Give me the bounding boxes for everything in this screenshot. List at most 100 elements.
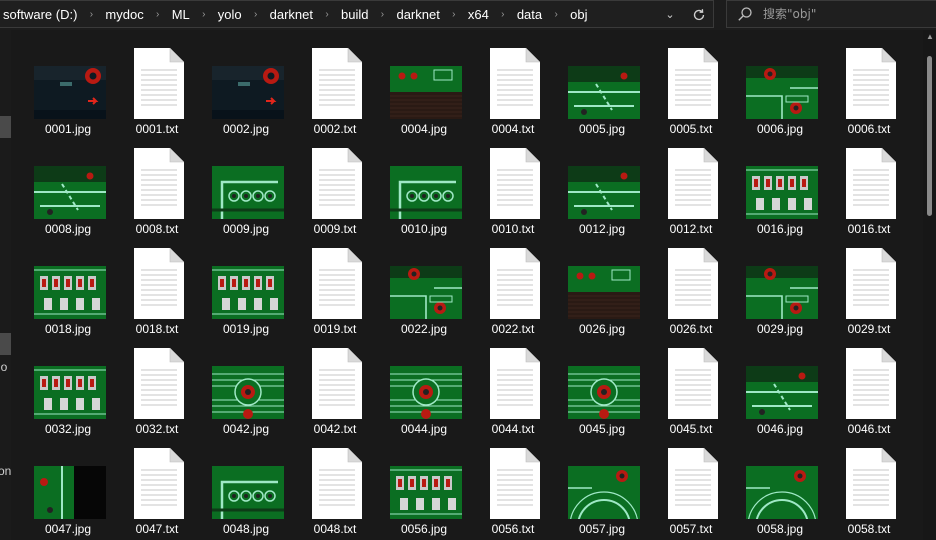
breadcrumb-segment[interactable]: darknet [395,7,440,22]
file-item[interactable]: 0002.jpg [207,44,296,144]
text-document-icon [490,48,540,119]
file-item[interactable]: 0048.jpg [207,444,296,540]
breadcrumb-segment[interactable]: yolo [217,7,243,22]
search-box[interactable] [726,0,936,28]
file-item[interactable]: 0029.txt [830,244,919,344]
file-item[interactable]: 0004.txt [474,44,563,144]
file-item[interactable]: 0047.jpg [29,444,118,540]
nav-item-label[interactable]: io [0,360,7,374]
file-item[interactable]: 0016.txt [830,144,919,244]
text-document-icon [312,248,362,319]
file-item[interactable]: 0042.jpg [207,344,296,444]
file-item[interactable]: 0008.jpg [29,144,118,244]
file-name-label: 0032.jpg [44,422,92,436]
scroll-up-icon[interactable]: ▲ [926,32,934,41]
file-item[interactable]: 0012.txt [652,144,741,244]
chevron-right-icon[interactable]: › [490,9,516,20]
file-name-label: 0009.txt [313,222,357,236]
chevron-right-icon[interactable]: › [243,9,269,20]
file-item[interactable]: 0022.jpg [385,244,474,344]
file-name-label: 0047.jpg [44,522,92,536]
text-document-icon [846,448,896,519]
file-item[interactable]: 0032.jpg [29,344,118,444]
file-item[interactable]: 0001.jpg [29,44,118,144]
chevron-right-icon[interactable]: › [78,9,104,20]
file-item[interactable]: 0012.jpg [563,144,652,244]
breadcrumb-segment[interactable]: obj [569,7,588,22]
file-item[interactable]: 0046.txt [830,344,919,444]
file-item[interactable]: 0029.jpg [741,244,830,344]
image-thumbnail [34,166,106,219]
file-name-label: 0005.txt [669,122,713,136]
nav-selected-item[interactable] [0,116,11,138]
file-name-label: 0016.txt [847,222,891,236]
file-item[interactable]: 0006.txt [830,44,919,144]
file-item[interactable]: 0026.txt [652,244,741,344]
search-input[interactable] [763,4,931,24]
chevron-right-icon[interactable]: › [441,9,467,20]
file-item[interactable]: 0010.txt [474,144,563,244]
chevron-right-icon[interactable]: › [191,9,217,20]
file-item[interactable]: 0005.txt [652,44,741,144]
file-item[interactable]: 0044.jpg [385,344,474,444]
breadcrumb-segment[interactable]: build [340,7,369,22]
file-item[interactable]: 0019.txt [296,244,385,344]
vertical-scrollbar[interactable]: ▲ [923,30,936,540]
file-item[interactable]: 0010.jpg [385,144,474,244]
file-item[interactable]: 0046.jpg [741,344,830,444]
file-item[interactable]: 0019.jpg [207,244,296,344]
file-item[interactable]: 0056.txt [474,444,563,540]
file-name-label: 0008.jpg [44,222,92,236]
text-document-icon [134,148,184,219]
image-thumbnail [212,366,284,419]
file-name-label: 0010.jpg [400,222,448,236]
breadcrumb-segment[interactable]: ML [171,7,191,22]
file-item[interactable]: 0022.txt [474,244,563,344]
breadcrumb-segment[interactable]: x64 [467,7,490,22]
file-item[interactable]: 0018.txt [118,244,207,344]
breadcrumb-segment[interactable]: mydoc [104,7,144,22]
nav-item-label[interactable]: on [0,464,11,478]
file-item[interactable]: 0045.jpg [563,344,652,444]
image-thumbnail [568,366,640,419]
file-item[interactable]: 0018.jpg [29,244,118,344]
file-name-label: 0032.txt [135,422,179,436]
file-item[interactable]: 0056.jpg [385,444,474,540]
file-item[interactable]: 0047.txt [118,444,207,540]
file-item[interactable]: 0006.jpg [741,44,830,144]
nav-hover-item[interactable] [0,333,11,355]
chevron-right-icon[interactable]: › [314,9,340,20]
file-view[interactable]: 0001.jpg 0001.txt 0002.jpg 0002.txt 0004… [11,30,923,540]
file-item[interactable]: 0032.txt [118,344,207,444]
file-item[interactable]: 0057.jpg [563,444,652,540]
breadcrumb-segment[interactable]: darknet [269,7,314,22]
breadcrumb-segment[interactable]: data [516,7,543,22]
file-item[interactable]: 0005.jpg [563,44,652,144]
refresh-button[interactable] [688,4,710,26]
address-bar[interactable]: software (D:) › mydoc › ML › yolo › darknet › buil… [0,0,714,28]
file-item[interactable]: 0057.txt [652,444,741,540]
file-item[interactable]: 0009.txt [296,144,385,244]
file-item[interactable]: 0004.jpg [385,44,474,144]
file-item[interactable]: 0048.txt [296,444,385,540]
chevron-right-icon[interactable]: › [145,9,171,20]
file-item[interactable]: 0016.jpg [741,144,830,244]
chevron-right-icon[interactable]: › [543,9,569,20]
file-item[interactable]: 0042.txt [296,344,385,444]
file-item[interactable]: 0026.jpg [563,244,652,344]
file-item[interactable]: 0044.txt [474,344,563,444]
image-thumbnail [34,466,106,519]
file-item[interactable]: 0001.txt [118,44,207,144]
navigation-pane[interactable]: io on [0,30,11,540]
file-item[interactable]: 0058.jpg [741,444,830,540]
history-dropdown-button[interactable]: ⌄ [660,4,680,24]
file-item[interactable]: 0045.txt [652,344,741,444]
chevron-right-icon[interactable]: › [369,9,395,20]
breadcrumb-segment[interactable]: software (D:) [2,7,78,22]
file-item[interactable]: 0058.txt [830,444,919,540]
file-item[interactable]: 0009.jpg [207,144,296,244]
file-item[interactable]: 0008.txt [118,144,207,244]
scrollbar-thumb[interactable] [927,56,932,216]
file-name-label: 0044.txt [491,422,535,436]
file-item[interactable]: 0002.txt [296,44,385,144]
